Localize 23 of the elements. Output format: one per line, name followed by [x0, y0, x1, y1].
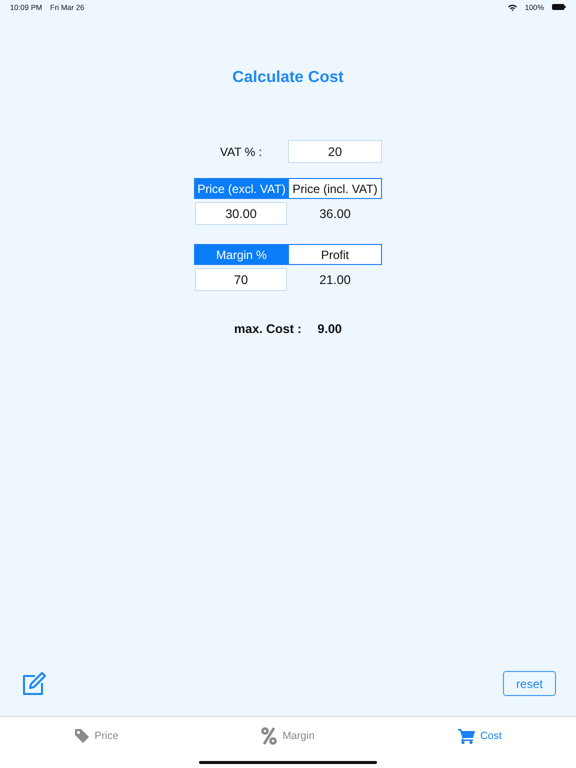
segment-button[interactable]: Price (excl. VAT) [195, 179, 288, 198]
margin-field[interactable]: 70 [195, 268, 287, 291]
vat-label: VAT % : [218, 144, 263, 158]
tab-item[interactable]: Margin [192, 717, 384, 755]
tab-item[interactable]: Price [0, 717, 192, 755]
segment-button[interactable]: Margin % [195, 245, 288, 264]
edit-icon[interactable] [22, 672, 46, 696]
battery-icon [552, 4, 566, 10]
price-field[interactable]: 30.00 [195, 202, 287, 225]
segment-button[interactable]: Price (incl. VAT) [288, 179, 381, 198]
profit-result: 21.00 [318, 272, 352, 286]
reset-button[interactable]: reset [503, 671, 556, 696]
page-title: Calculate Cost [231, 69, 345, 88]
cart-icon [458, 728, 476, 744]
segment-button[interactable]: Profit [288, 245, 381, 264]
price-result: 36.00 [318, 206, 352, 220]
vat-field[interactable]: 20 [288, 140, 382, 163]
tag-icon [74, 728, 90, 744]
result-value: 9.00 [318, 322, 342, 336]
percent-icon [261, 727, 278, 745]
tab-item[interactable]: Cost [384, 717, 576, 755]
result-label: max. Cost : [234, 322, 302, 336]
wifi-icon [508, 4, 517, 10]
